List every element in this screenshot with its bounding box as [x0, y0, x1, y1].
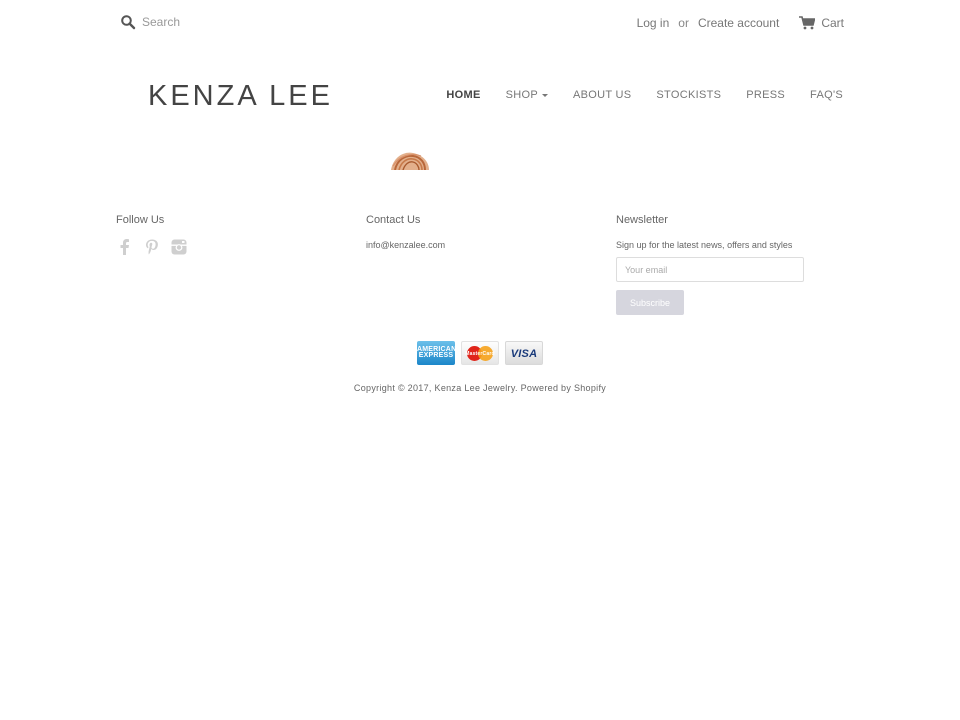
search-icon[interactable]: [120, 14, 136, 30]
nav-faqs[interactable]: FAQ'S: [810, 89, 843, 101]
newsletter-title: Newsletter: [616, 214, 668, 226]
login-link[interactable]: Log in: [637, 16, 670, 30]
main-nav: HOME SHOP ABOUT US STOCKISTS PRESS FAQ'S: [421, 89, 843, 101]
facebook-icon[interactable]: [116, 238, 134, 256]
follow-title: Follow Us: [116, 214, 165, 226]
newsletter-description: Sign up for the latest news, offers and …: [616, 240, 793, 250]
footer-newsletter: Newsletter Sign up for the latest news, …: [616, 214, 804, 315]
nav-press[interactable]: PRESS: [746, 89, 785, 101]
account-links: Log in or Create account Cart: [637, 16, 844, 30]
chevron-down-icon: [541, 93, 548, 97]
footer-contact: Contact Us info@kenzalee.com: [366, 214, 445, 250]
create-account-link[interactable]: Create account: [698, 16, 779, 30]
visa-icon: VISA: [505, 341, 543, 365]
nav-shop-label: SHOP: [505, 89, 538, 101]
site-logo[interactable]: KENZA LEE: [148, 80, 333, 113]
copyright: Copyright © 2017, Kenza Lee Jewelry. Pow…: [0, 383, 960, 393]
cart-label: Cart: [821, 16, 844, 30]
cart-link[interactable]: Cart: [799, 16, 844, 30]
search-bar: [120, 14, 302, 30]
contact-email[interactable]: info@kenzalee.com: [366, 240, 445, 250]
or-separator: or: [678, 16, 689, 30]
visa-label: VISA: [510, 348, 538, 360]
powered-by-link[interactable]: Powered by Shopify: [521, 383, 606, 393]
search-input[interactable]: [142, 15, 302, 29]
brand-link[interactable]: Kenza Lee Jewelry: [435, 383, 515, 393]
instagram-icon[interactable]: [170, 238, 188, 256]
mastercard-icon: MasterCard: [461, 341, 499, 365]
pinterest-icon[interactable]: [143, 238, 161, 256]
payment-icons: AMERICAN EXPRESS MasterCard VISA: [417, 341, 549, 365]
newsletter-email-input[interactable]: [616, 257, 804, 282]
copyright-prefix: Copyright © 2017,: [353, 383, 432, 393]
nav-stockists[interactable]: STOCKISTS: [656, 89, 721, 101]
subscribe-button[interactable]: Subscribe: [616, 290, 684, 315]
nav-about-us[interactable]: ABOUT US: [573, 89, 631, 101]
product-image[interactable]: [389, 150, 431, 170]
contact-title: Contact Us: [366, 214, 421, 226]
copyright-dot: .: [515, 383, 518, 393]
footer-follow: Follow Us: [116, 214, 197, 256]
social-links: [116, 238, 197, 256]
cart-icon: [799, 16, 816, 30]
mastercard-label: MasterCard: [465, 351, 495, 357]
nav-home[interactable]: HOME: [446, 89, 480, 101]
nav-shop[interactable]: SHOP: [506, 89, 548, 101]
amex-label: AMERICAN EXPRESS: [417, 346, 455, 359]
american-express-icon: AMERICAN EXPRESS: [417, 341, 455, 365]
